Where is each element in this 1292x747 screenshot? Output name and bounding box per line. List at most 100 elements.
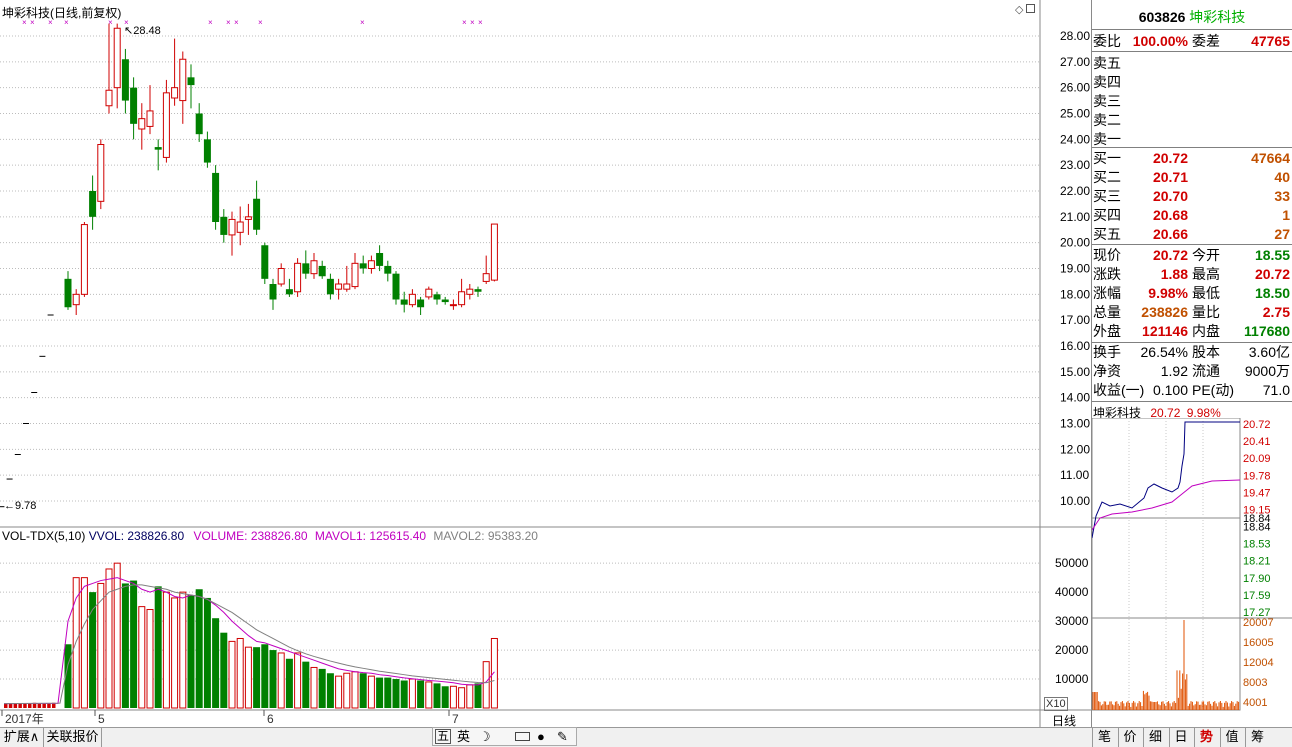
view-tab-4[interactable]: 势	[1194, 727, 1218, 747]
finance-value: 3.60亿	[1248, 344, 1290, 360]
candle-body-up	[343, 283, 351, 290]
volume-bar-down	[302, 661, 310, 708]
view-tab-5[interactable]: 值	[1219, 727, 1244, 747]
volume-bar-down	[154, 586, 162, 708]
pre-volume-bar	[4, 703, 8, 708]
candle-body-up	[228, 218, 236, 236]
candle-body-down	[376, 253, 384, 266]
volume-bar-up	[97, 582, 105, 709]
stat-value: 20.72	[1152, 247, 1188, 263]
candle-body-down	[384, 265, 392, 274]
candle-body-up	[425, 288, 433, 298]
stat-value: 121146	[1142, 323, 1188, 339]
volume-bar-up	[408, 678, 416, 709]
buy-volume: 40	[1274, 169, 1290, 185]
buy-row[interactable]: 买五 20.66 27	[1092, 225, 1292, 244]
wrench-icon[interactable]: ✎	[557, 728, 568, 745]
stat-value: 18.50	[1254, 285, 1290, 301]
stock-code: 603826	[1138, 9, 1186, 25]
moon-icon[interactable]: ☽	[479, 728, 491, 745]
volume-bar-down	[285, 658, 293, 708]
mini-price-tick: 19.78	[1243, 470, 1271, 482]
signal-marker: ×	[478, 18, 483, 27]
view-tab-0[interactable]: 笔	[1092, 727, 1116, 747]
stat-value: 18.55	[1254, 247, 1290, 263]
volume-bar-down	[359, 673, 367, 708]
price-tick-label: 23.00	[1060, 158, 1090, 172]
date-label: 7	[452, 712, 459, 726]
view-tab-1[interactable]: 价	[1117, 727, 1142, 747]
price-tick-label: 22.00	[1060, 184, 1090, 198]
volume-bar-up	[343, 672, 351, 709]
volume-bar-down	[441, 686, 449, 708]
price-tick-label: 10.00	[1060, 494, 1090, 508]
volume-unit-label: X10	[1044, 697, 1068, 711]
volume-tick-label: 30000	[1055, 614, 1089, 628]
view-tab-6[interactable]: 筹	[1245, 727, 1269, 747]
stat-row: 涨跌 1.88 最高 20.72	[1092, 265, 1292, 284]
related-quote-tab[interactable]: 关联报价	[44, 727, 102, 747]
keyboard-icon[interactable]	[515, 732, 530, 741]
mini-price-tick: 17.90	[1243, 573, 1271, 585]
finance-value: 26.54%	[1140, 344, 1188, 360]
stat-label: 量比	[1192, 304, 1220, 320]
mini-price-tick: 20.09	[1243, 453, 1271, 465]
ime-lang-icon[interactable]: 英	[457, 728, 470, 745]
sell-label: 卖三	[1093, 93, 1121, 109]
buy-price: 20.68	[1152, 207, 1188, 223]
restore-icon[interactable]	[1026, 4, 1035, 13]
price-tick-label: 19.00	[1060, 262, 1090, 276]
signal-marker: ×	[360, 18, 365, 27]
signal-marker: ×	[208, 18, 213, 27]
candle-body-down	[195, 113, 203, 135]
user-icon[interactable]: ●	[537, 728, 545, 745]
high-mark-label: ↖28.48	[124, 25, 161, 37]
candle-body-up	[72, 293, 80, 306]
finance-label: 股本	[1192, 344, 1220, 360]
volume-value: VOLUME: 238826.80	[193, 529, 308, 543]
candlestick-chart[interactable]: 28.00 27.00 26.00 25.00 24.00 23.00 22.00 21.00…	[0, 0, 1092, 727]
candle-body-up	[97, 144, 105, 202]
sell-label: 卖五	[1093, 55, 1121, 71]
finance-label: 收益(一)	[1093, 382, 1145, 398]
buy-row[interactable]: 买四 20.68 1	[1092, 206, 1292, 225]
finance-row: 净资 1.92 流通 9000万	[1092, 362, 1292, 381]
view-tab-3[interactable]: 日	[1168, 727, 1193, 747]
ime-mode-icon[interactable]: 五	[435, 729, 452, 744]
buy-volume: 33	[1274, 188, 1290, 204]
buy-row[interactable]: 买二 20.71 40	[1092, 168, 1292, 187]
volume-bar-down	[203, 597, 211, 708]
settings-diamond-icon[interactable]: ◇	[1015, 3, 1023, 16]
volume-bar-down	[220, 632, 228, 708]
candle-body-down	[269, 284, 277, 300]
date-label: 5	[98, 712, 105, 726]
buy-row[interactable]: 买三 20.70 33	[1092, 187, 1292, 206]
volume-bar-up	[458, 687, 466, 709]
volume-bar-up	[310, 666, 318, 709]
stat-value: 238826	[1141, 304, 1188, 320]
candle-body-up	[105, 89, 113, 107]
pre-volume-bar	[18, 703, 22, 708]
stat-label: 外盘	[1093, 323, 1121, 339]
stat-value: 117680	[1244, 323, 1290, 339]
buy-row[interactable]: 买一 20.72 47664	[1092, 149, 1292, 168]
price-tick-label: 28.00	[1060, 29, 1090, 43]
volume-bar-down	[318, 668, 326, 708]
sell-label: 卖四	[1093, 74, 1121, 90]
volume-bar-up	[171, 597, 179, 709]
finance-value: 9000万	[1244, 363, 1290, 379]
volume-tick-label: 40000	[1055, 585, 1089, 599]
view-tab-2[interactable]: 细	[1143, 727, 1167, 747]
candle-body-down	[220, 216, 228, 235]
mavol2-value: MAVOL2: 95383.20	[433, 529, 538, 543]
volume-bar-up	[244, 646, 252, 709]
finance-label: PE(动)	[1192, 382, 1234, 398]
finance-row: 换手 26.54% 股本 3.60亿	[1092, 343, 1292, 362]
volume-bar-up	[138, 606, 146, 709]
candle-body-down	[212, 172, 220, 222]
intraday-mini-chart[interactable]: 20.7220.4120.0919.7819.4719.1518.8418.53…	[1092, 418, 1292, 720]
expand-tab[interactable]: 扩展∧	[0, 727, 44, 747]
candle-body-down	[302, 263, 310, 274]
date-label: 6	[267, 712, 274, 726]
mini-volume-tick: 4001	[1243, 697, 1267, 709]
